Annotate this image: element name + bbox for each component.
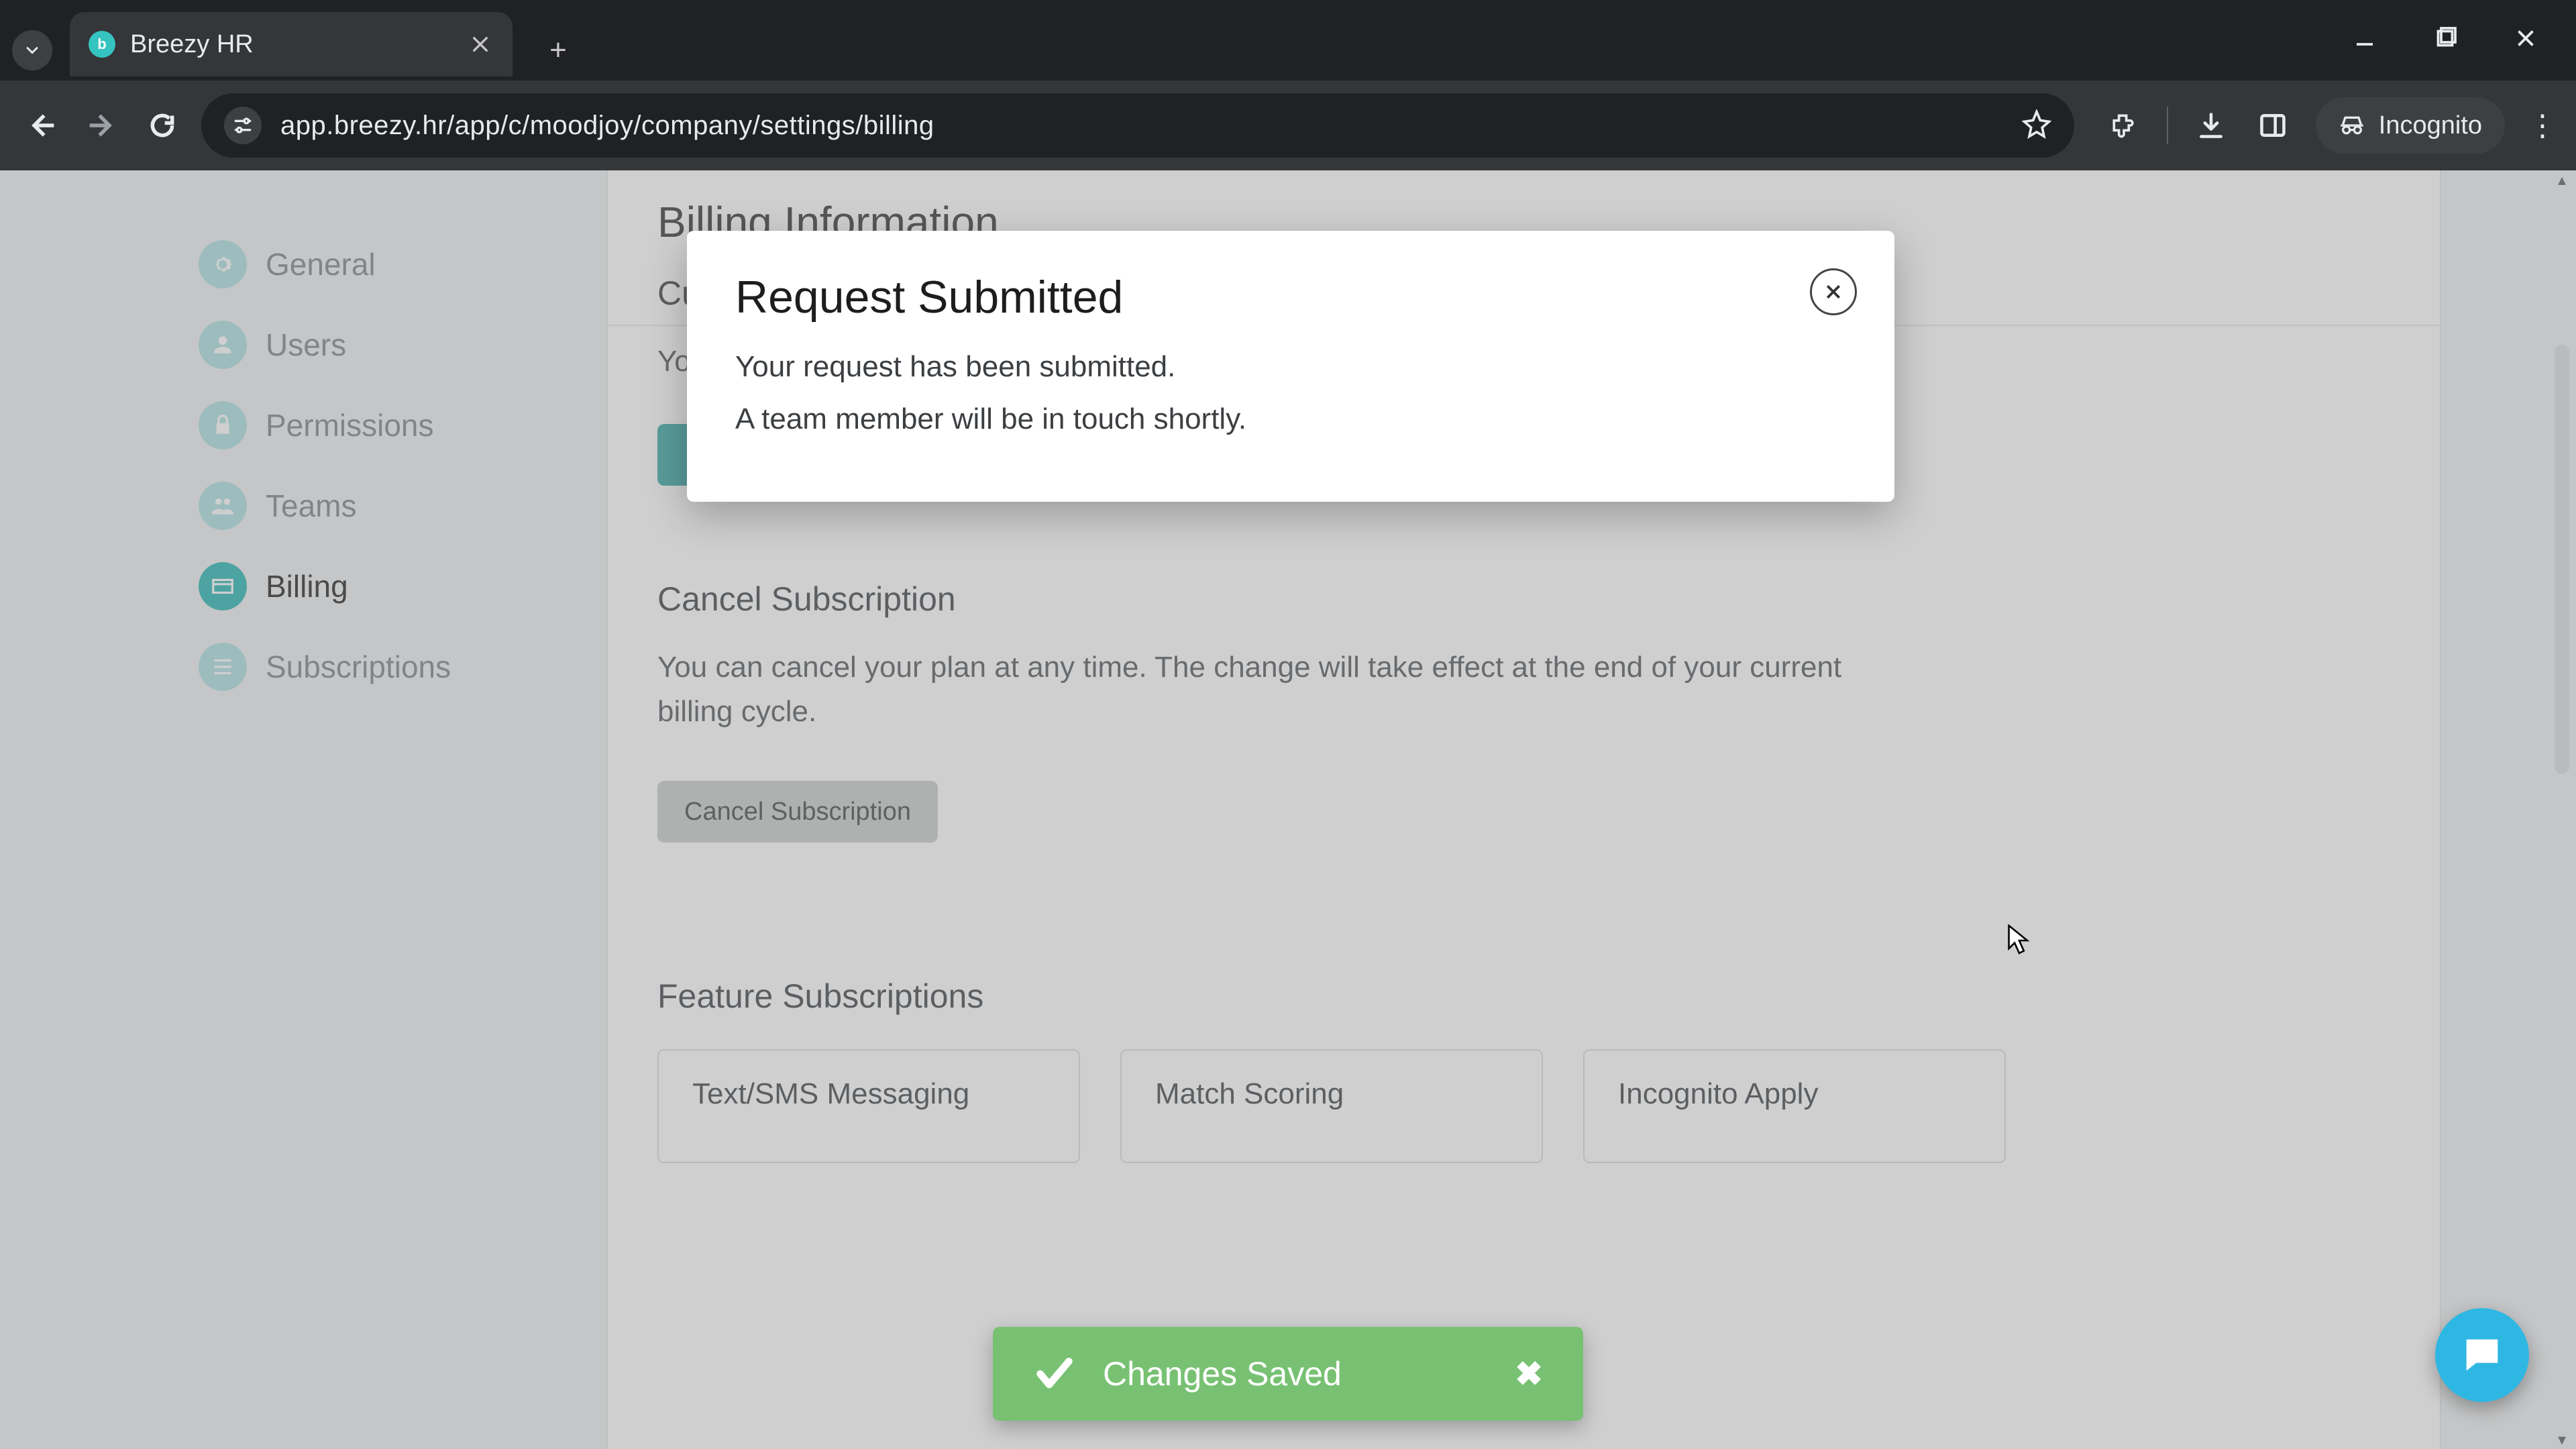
incognito-chip[interactable]: Incognito [2316, 97, 2505, 154]
list-icon [199, 643, 247, 691]
nav-back-button[interactable] [20, 104, 63, 147]
modal-line-2: A team member will be in touch shortly. [735, 402, 1846, 436]
site-info-button[interactable] [224, 107, 262, 144]
tab-title: Breezy HR [130, 30, 452, 59]
window-controls [2348, 0, 2576, 55]
bookmark-button[interactable] [2022, 109, 2051, 142]
arrow-left-icon [27, 111, 56, 140]
reload-icon [148, 111, 177, 140]
extensions-button[interactable] [2105, 107, 2143, 144]
favicon-icon: b [89, 31, 115, 58]
sidebar-item-general[interactable]: General [195, 224, 543, 305]
panel-icon [2258, 111, 2288, 140]
minimize-icon [2353, 26, 2377, 50]
chevron-down-icon [23, 41, 42, 60]
puzzle-icon [2109, 111, 2139, 140]
sidebar-item-label: Users [266, 327, 346, 363]
settings-sidebar: General Users Permissions Teams Billing … [195, 224, 543, 707]
modal-close-button[interactable] [1810, 268, 1857, 315]
browser-menu-button[interactable]: ⋮ [2529, 109, 2556, 143]
changes-saved-toast: Changes Saved ✖ [993, 1327, 1583, 1421]
sidebar-item-label: Teams [266, 488, 356, 524]
toolbar-divider [2167, 107, 2168, 144]
feature-card[interactable]: Match Scoring [1120, 1049, 1543, 1163]
cancel-body: You can cancel your plan at any time. Th… [657, 645, 1919, 734]
section-features-heading: Feature Subscriptions [657, 977, 2415, 1016]
sidebar-item-label: Billing [266, 568, 348, 604]
sidebar-item-label: General [266, 246, 376, 282]
close-icon [470, 34, 491, 55]
close-icon [1823, 282, 1843, 302]
maximize-icon [2433, 26, 2457, 50]
browser-titlebar: b Breezy HR + [0, 0, 2576, 80]
browser-toolbar: app.breezy.hr/app/c/moodjoy/company/sett… [0, 80, 2576, 170]
tab-strip: b Breezy HR + [0, 0, 578, 80]
cancel-button-label: Cancel Subscription [684, 798, 911, 826]
downloads-button[interactable] [2192, 107, 2230, 144]
window-close-button[interactable] [2509, 21, 2542, 55]
address-bar[interactable]: app.breezy.hr/app/c/moodjoy/company/sett… [201, 93, 2074, 158]
sidebar-item-users[interactable]: Users [195, 305, 543, 385]
team-icon [199, 482, 247, 530]
incognito-label: Incognito [2379, 111, 2482, 140]
tune-icon [232, 115, 254, 136]
star-icon [2022, 109, 2051, 139]
feature-card[interactable]: Incognito Apply [1583, 1049, 2006, 1163]
modal-line-1: Your request has been submitted. [735, 350, 1846, 384]
tab-search-button[interactable] [12, 30, 52, 70]
sidepanel-button[interactable] [2254, 107, 2292, 144]
modal-title: Request Submitted [735, 271, 1846, 323]
nav-forward-button[interactable] [80, 104, 123, 147]
incognito-icon [2339, 112, 2365, 139]
tab-close-button[interactable] [467, 31, 494, 58]
window-minimize-button[interactable] [2348, 21, 2381, 55]
sidebar-item-billing[interactable]: Billing [195, 546, 543, 627]
close-icon [2514, 26, 2538, 50]
scroll-up-arrow-icon[interactable]: ▴ [2551, 172, 2573, 188]
check-icon [1033, 1352, 1076, 1395]
browser-tab[interactable]: b Breezy HR [70, 12, 513, 76]
cancel-subscription-button[interactable]: Cancel Subscription [657, 781, 938, 843]
sidebar-item-label: Subscriptions [266, 649, 451, 685]
sidebar-item-subscriptions[interactable]: Subscriptions [195, 627, 543, 707]
feature-title: Text/SMS Messaging [692, 1077, 1045, 1111]
sidebar-item-permissions[interactable]: Permissions [195, 385, 543, 466]
toast-close-button[interactable]: ✖ [1515, 1354, 1543, 1393]
card-icon [199, 562, 247, 610]
download-icon [2196, 111, 2226, 140]
feature-cards-row: Text/SMS Messaging Match Scoring Incogni… [657, 1049, 2415, 1163]
chat-icon [2459, 1332, 2506, 1379]
feature-title: Incognito Apply [1618, 1077, 1971, 1111]
page-viewport: General Users Permissions Teams Billing … [0, 170, 2576, 1449]
feature-title: Match Scoring [1155, 1077, 1508, 1111]
window-maximize-button[interactable] [2428, 21, 2462, 55]
scroll-thumb[interactable] [2555, 345, 2569, 774]
user-icon [199, 321, 247, 369]
url-text: app.breezy.hr/app/c/moodjoy/company/sett… [280, 111, 2003, 141]
feature-card[interactable]: Text/SMS Messaging [657, 1049, 1080, 1163]
vertical-scrollbar[interactable]: ▴ ▾ [2551, 170, 2573, 1449]
toolbar-actions: Incognito ⋮ [2092, 97, 2556, 154]
sidebar-item-teams[interactable]: Teams [195, 466, 543, 546]
toast-message: Changes Saved [1103, 1354, 1488, 1393]
section-cancel-heading: Cancel Subscription [657, 580, 2415, 619]
sidebar-item-label: Permissions [266, 407, 434, 443]
nav-reload-button[interactable] [141, 104, 184, 147]
scroll-down-arrow-icon[interactable]: ▾ [2551, 1432, 2573, 1448]
request-submitted-modal: Request Submitted Your request has been … [687, 231, 1894, 502]
lock-icon [199, 401, 247, 449]
arrow-right-icon [87, 111, 117, 140]
gear-icon [199, 240, 247, 288]
chat-launcher-button[interactable] [2435, 1308, 2529, 1402]
new-tab-button[interactable]: + [538, 30, 578, 70]
